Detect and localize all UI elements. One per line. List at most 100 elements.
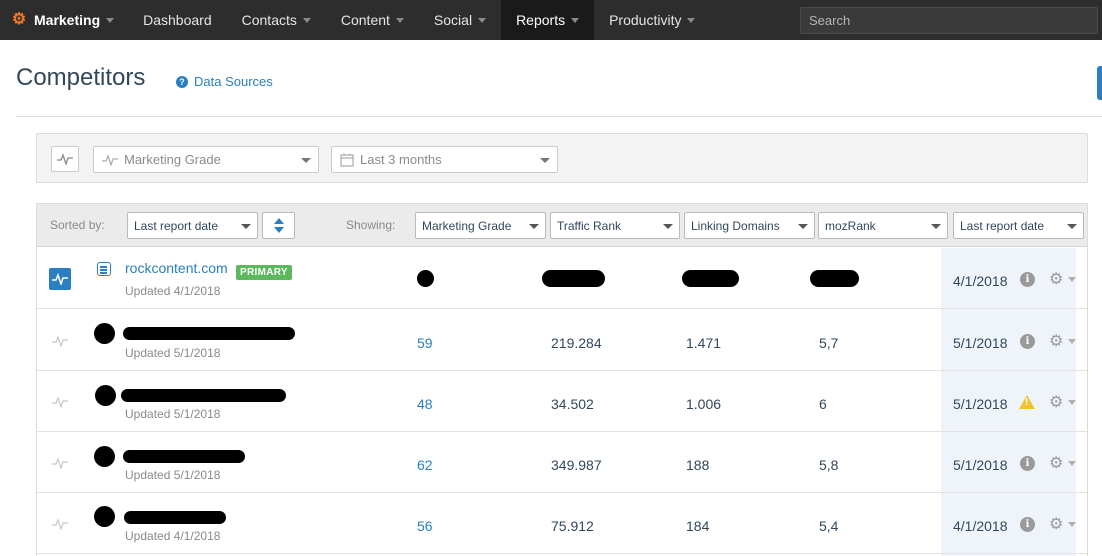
hubspot-logo-icon: ⚙ — [11, 11, 27, 28]
traffic-rank-value: 75.912 — [551, 518, 594, 534]
nav-label: Dashboard — [143, 12, 212, 28]
gear-icon[interactable]: ⚙ — [1049, 453, 1063, 473]
nav-productivity[interactable]: Productivity — [594, 0, 710, 40]
arrow-up-icon — [274, 218, 284, 224]
nav-content[interactable]: Content — [326, 0, 419, 40]
info-icon[interactable]: i — [1020, 456, 1035, 471]
marketing-grade-value[interactable]: 56 — [417, 518, 433, 534]
last-report-date: 5/1/2018 — [953, 335, 1008, 351]
traffic-rank-value: 349.987 — [551, 457, 602, 473]
nav-label: Reports — [516, 12, 566, 28]
column-select-3[interactable]: Linking Domains — [684, 212, 815, 239]
pulse-icon[interactable] — [49, 268, 71, 290]
marketing-grade-value[interactable]: 59 — [417, 335, 433, 351]
gear-icon[interactable]: ⚙ — [1049, 269, 1063, 289]
brand-menu[interactable]: ⚙ Marketing — [0, 0, 128, 40]
chevron-down-icon — [1067, 224, 1077, 229]
competitor-name[interactable]: rockcontent.com — [125, 260, 228, 276]
chevron-down-icon — [798, 224, 808, 229]
redacted-mark — [682, 270, 739, 287]
showing-label: Showing: — [346, 218, 396, 232]
gear-icon[interactable]: ⚙ — [1049, 331, 1063, 351]
nav-social[interactable]: Social — [419, 0, 501, 40]
updated-text: Updated 5/1/2018 — [125, 468, 221, 482]
chevron-down-icon[interactable] — [1068, 277, 1076, 282]
date-range-value: Last 3 months — [360, 152, 442, 167]
sort-value: Last report date — [134, 218, 219, 233]
updated-text: Updated 5/1/2018 — [125, 407, 221, 421]
table-row[interactable]: rockcontent.com PRIMARY Updated 4/1/2018… — [37, 248, 1087, 309]
redacted-mark — [94, 506, 115, 527]
chevron-down-icon — [540, 158, 550, 163]
mozrank-value: 5,4 — [819, 518, 839, 534]
nav-reports[interactable]: Reports — [501, 0, 595, 40]
mozrank-value: 5,7 — [819, 335, 839, 351]
redacted-mark — [94, 446, 115, 467]
divider — [16, 116, 1102, 117]
data-sources-link[interactable]: ? Data Sources — [176, 74, 273, 89]
nav-label: Contacts — [241, 12, 297, 28]
last-report-date: 4/1/2018 — [953, 273, 1008, 289]
search-input[interactable] — [800, 7, 1098, 34]
info-icon[interactable]: i — [1020, 272, 1035, 287]
chevron-down-icon — [478, 17, 487, 23]
chevron-down-icon — [931, 224, 941, 229]
redacted-mark — [542, 270, 605, 287]
column-label: Traffic Rank — [557, 218, 622, 233]
pulse-icon[interactable] — [49, 452, 71, 474]
chevron-down-icon[interactable] — [1068, 461, 1076, 466]
pulse-icon[interactable] — [49, 330, 71, 352]
warning-icon[interactable]: ! — [1019, 395, 1035, 409]
column-label: Marketing Grade — [422, 218, 512, 233]
top-nav: ⚙ Marketing Dashboard Contacts Content S… — [0, 0, 1102, 40]
sort-direction-button[interactable] — [262, 212, 295, 239]
metric-dropdown-value: Marketing Grade — [124, 152, 221, 167]
column-select-4[interactable]: mozRank — [818, 212, 948, 239]
sorted-by-label: Sorted by: — [50, 218, 105, 232]
nav-contacts[interactable]: Contacts — [227, 0, 326, 40]
chevron-down-icon[interactable] — [1068, 400, 1076, 405]
chevron-down-icon[interactable] — [1068, 339, 1076, 344]
table-row[interactable]: Updated 5/1/2018 59 219.284 1.471 5,7 5/… — [37, 310, 1087, 371]
info-icon[interactable]: i — [1020, 517, 1035, 532]
date-range-dropdown[interactable]: Last 3 months — [331, 146, 558, 173]
table-row[interactable]: Updated 4/1/2018 56 75.912 184 5,4 4/1/2… — [37, 493, 1087, 554]
column-select-5[interactable]: Last report date — [953, 212, 1084, 239]
calendar-icon — [340, 153, 354, 167]
column-select-2[interactable]: Traffic Rank — [550, 212, 680, 239]
nav-label: Productivity — [609, 12, 682, 28]
chevron-down-icon — [571, 17, 580, 23]
traffic-rank-value: 219.284 — [551, 335, 602, 351]
table-row[interactable]: Updated 5/1/2018 48 34.502 1.006 6 5/1/2… — [37, 371, 1087, 432]
chevron-down-icon — [687, 17, 696, 23]
gear-icon[interactable]: ⚙ — [1049, 514, 1063, 534]
document-icon — [97, 262, 111, 276]
updated-text: Updated 5/1/2018 — [125, 346, 221, 360]
gear-icon[interactable]: ⚙ — [1049, 392, 1063, 412]
pulse-icon[interactable] — [49, 391, 71, 413]
linking-domains-value: 1.471 — [686, 335, 722, 351]
info-icon[interactable]: i — [1020, 334, 1035, 349]
arrow-down-icon — [274, 227, 284, 233]
sort-dropdown[interactable]: Last report date — [127, 212, 258, 239]
pulse-icon — [57, 153, 73, 165]
updated-text: Updated 4/1/2018 — [125, 529, 221, 543]
column-select-1[interactable]: Marketing Grade — [415, 212, 546, 239]
action-button-edge[interactable] — [1097, 66, 1102, 100]
table-row[interactable]: Updated 5/1/2018 62 349.987 188 5,8 5/1/… — [37, 432, 1087, 493]
redacted-mark — [121, 389, 286, 402]
nav-label: Content — [340, 12, 390, 28]
chevron-down-icon — [301, 158, 311, 163]
redacted-mark — [417, 270, 434, 287]
column-label: mozRank — [825, 218, 876, 233]
chevron-down-icon — [302, 17, 311, 23]
chart-toggle-button[interactable] — [51, 146, 79, 172]
marketing-grade-value[interactable]: 48 — [417, 396, 433, 412]
last-report-date: 4/1/2018 — [953, 518, 1008, 534]
metric-dropdown[interactable]: Marketing Grade — [93, 146, 319, 173]
nav-dashboard[interactable]: Dashboard — [128, 0, 227, 40]
chevron-down-icon[interactable] — [1068, 522, 1076, 527]
chevron-down-icon — [529, 224, 539, 229]
pulse-icon[interactable] — [49, 513, 71, 535]
marketing-grade-value[interactable]: 62 — [417, 457, 433, 473]
